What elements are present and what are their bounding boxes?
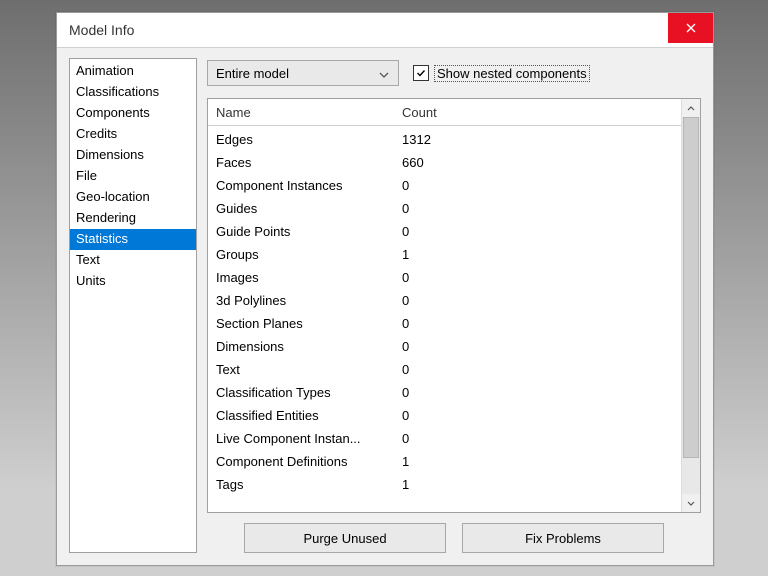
table-body: Edges1312Faces660Component Instances0Gui… bbox=[208, 126, 700, 512]
table-row: 3d Polylines0 bbox=[216, 289, 700, 312]
cell-count: 0 bbox=[402, 316, 700, 331]
cell-name: Section Planes bbox=[216, 316, 402, 331]
cell-name: Images bbox=[216, 270, 402, 285]
close-icon bbox=[686, 23, 696, 33]
cell-count: 1312 bbox=[402, 132, 700, 147]
table-row: Component Instances0 bbox=[216, 174, 700, 197]
cell-name: Groups bbox=[216, 247, 402, 262]
show-nested-label: Show nested components bbox=[435, 66, 589, 81]
column-header-count[interactable]: Count bbox=[402, 105, 700, 120]
sidebar-item-rendering[interactable]: Rendering bbox=[70, 208, 196, 229]
sidebar-item-components[interactable]: Components bbox=[70, 103, 196, 124]
category-list: AnimationClassificationsComponentsCredit… bbox=[69, 58, 197, 553]
cell-count: 1 bbox=[402, 454, 700, 469]
model-info-dialog: Model Info AnimationClassificationsCompo… bbox=[56, 12, 714, 566]
table-row: Edges1312 bbox=[216, 128, 700, 151]
cell-name: Text bbox=[216, 362, 402, 377]
cell-name: Guides bbox=[216, 201, 402, 216]
sidebar-item-animation[interactable]: Animation bbox=[70, 61, 196, 82]
check-icon bbox=[416, 68, 426, 78]
table-row: Groups1 bbox=[216, 243, 700, 266]
cell-count: 0 bbox=[402, 224, 700, 239]
controls-row: Entire model Show nested components bbox=[207, 58, 701, 88]
close-button[interactable] bbox=[668, 13, 713, 43]
sidebar-item-geo-location[interactable]: Geo-location bbox=[70, 187, 196, 208]
column-header-name[interactable]: Name bbox=[216, 105, 402, 120]
cell-name: 3d Polylines bbox=[216, 293, 402, 308]
cell-name: Dimensions bbox=[216, 339, 402, 354]
table-row: Section Planes0 bbox=[216, 312, 700, 335]
cell-name: Component Instances bbox=[216, 178, 402, 193]
statistics-table: Name Count Edges1312Faces660Component In… bbox=[207, 98, 701, 513]
chevron-down-icon bbox=[376, 66, 392, 81]
table-row: Tags1 bbox=[216, 473, 700, 496]
table-row: Faces660 bbox=[216, 151, 700, 174]
table-row: Guide Points0 bbox=[216, 220, 700, 243]
sidebar-item-classifications[interactable]: Classifications bbox=[70, 82, 196, 103]
sidebar-item-dimensions[interactable]: Dimensions bbox=[70, 145, 196, 166]
show-nested-wrapper: Show nested components bbox=[413, 65, 589, 81]
sidebar-item-statistics[interactable]: Statistics bbox=[70, 229, 196, 250]
cell-name: Classification Types bbox=[216, 385, 402, 400]
cell-count: 0 bbox=[402, 339, 700, 354]
table-row: Classified Entities0 bbox=[216, 404, 700, 427]
cell-name: Tags bbox=[216, 477, 402, 492]
titlebar: Model Info bbox=[57, 13, 713, 48]
table-row: Classification Types0 bbox=[216, 381, 700, 404]
cell-count: 1 bbox=[402, 247, 700, 262]
scope-dropdown-value: Entire model bbox=[216, 66, 289, 81]
cell-count: 1 bbox=[402, 477, 700, 492]
table-row: Component Definitions1 bbox=[216, 450, 700, 473]
window-title: Model Info bbox=[69, 22, 134, 38]
cell-name: Guide Points bbox=[216, 224, 402, 239]
vertical-scrollbar[interactable] bbox=[681, 99, 700, 512]
cell-count: 660 bbox=[402, 155, 700, 170]
purge-unused-button[interactable]: Purge Unused bbox=[244, 523, 446, 553]
cell-count: 0 bbox=[402, 178, 700, 193]
sidebar-item-file[interactable]: File bbox=[70, 166, 196, 187]
cell-count: 0 bbox=[402, 362, 700, 377]
show-nested-checkbox[interactable] bbox=[413, 65, 429, 81]
sidebar-item-units[interactable]: Units bbox=[70, 271, 196, 292]
cell-count: 0 bbox=[402, 293, 700, 308]
button-row: Purge Unused Fix Problems bbox=[207, 513, 701, 553]
scroll-down-icon[interactable] bbox=[682, 494, 700, 512]
table-header: Name Count bbox=[208, 99, 700, 126]
cell-name: Edges bbox=[216, 132, 402, 147]
scroll-track[interactable] bbox=[682, 117, 700, 494]
cell-name: Live Component Instan... bbox=[216, 431, 402, 446]
cell-count: 0 bbox=[402, 385, 700, 400]
table-row: Live Component Instan...0 bbox=[216, 427, 700, 450]
table-row: Text0 bbox=[216, 358, 700, 381]
cell-count: 0 bbox=[402, 201, 700, 216]
cell-name: Faces bbox=[216, 155, 402, 170]
scroll-up-icon[interactable] bbox=[682, 99, 700, 117]
table-row: Guides0 bbox=[216, 197, 700, 220]
table-row: Images0 bbox=[216, 266, 700, 289]
sidebar-item-credits[interactable]: Credits bbox=[70, 124, 196, 145]
dialog-body: AnimationClassificationsComponentsCredit… bbox=[57, 48, 713, 565]
cell-name: Classified Entities bbox=[216, 408, 402, 423]
fix-problems-button[interactable]: Fix Problems bbox=[462, 523, 664, 553]
cell-count: 0 bbox=[402, 431, 700, 446]
scroll-thumb[interactable] bbox=[683, 117, 699, 458]
table-row: Dimensions0 bbox=[216, 335, 700, 358]
sidebar-item-text[interactable]: Text bbox=[70, 250, 196, 271]
cell-count: 0 bbox=[402, 408, 700, 423]
cell-count: 0 bbox=[402, 270, 700, 285]
scope-dropdown[interactable]: Entire model bbox=[207, 60, 399, 86]
main-panel: Entire model Show nested components Name… bbox=[207, 58, 701, 553]
cell-name: Component Definitions bbox=[216, 454, 402, 469]
